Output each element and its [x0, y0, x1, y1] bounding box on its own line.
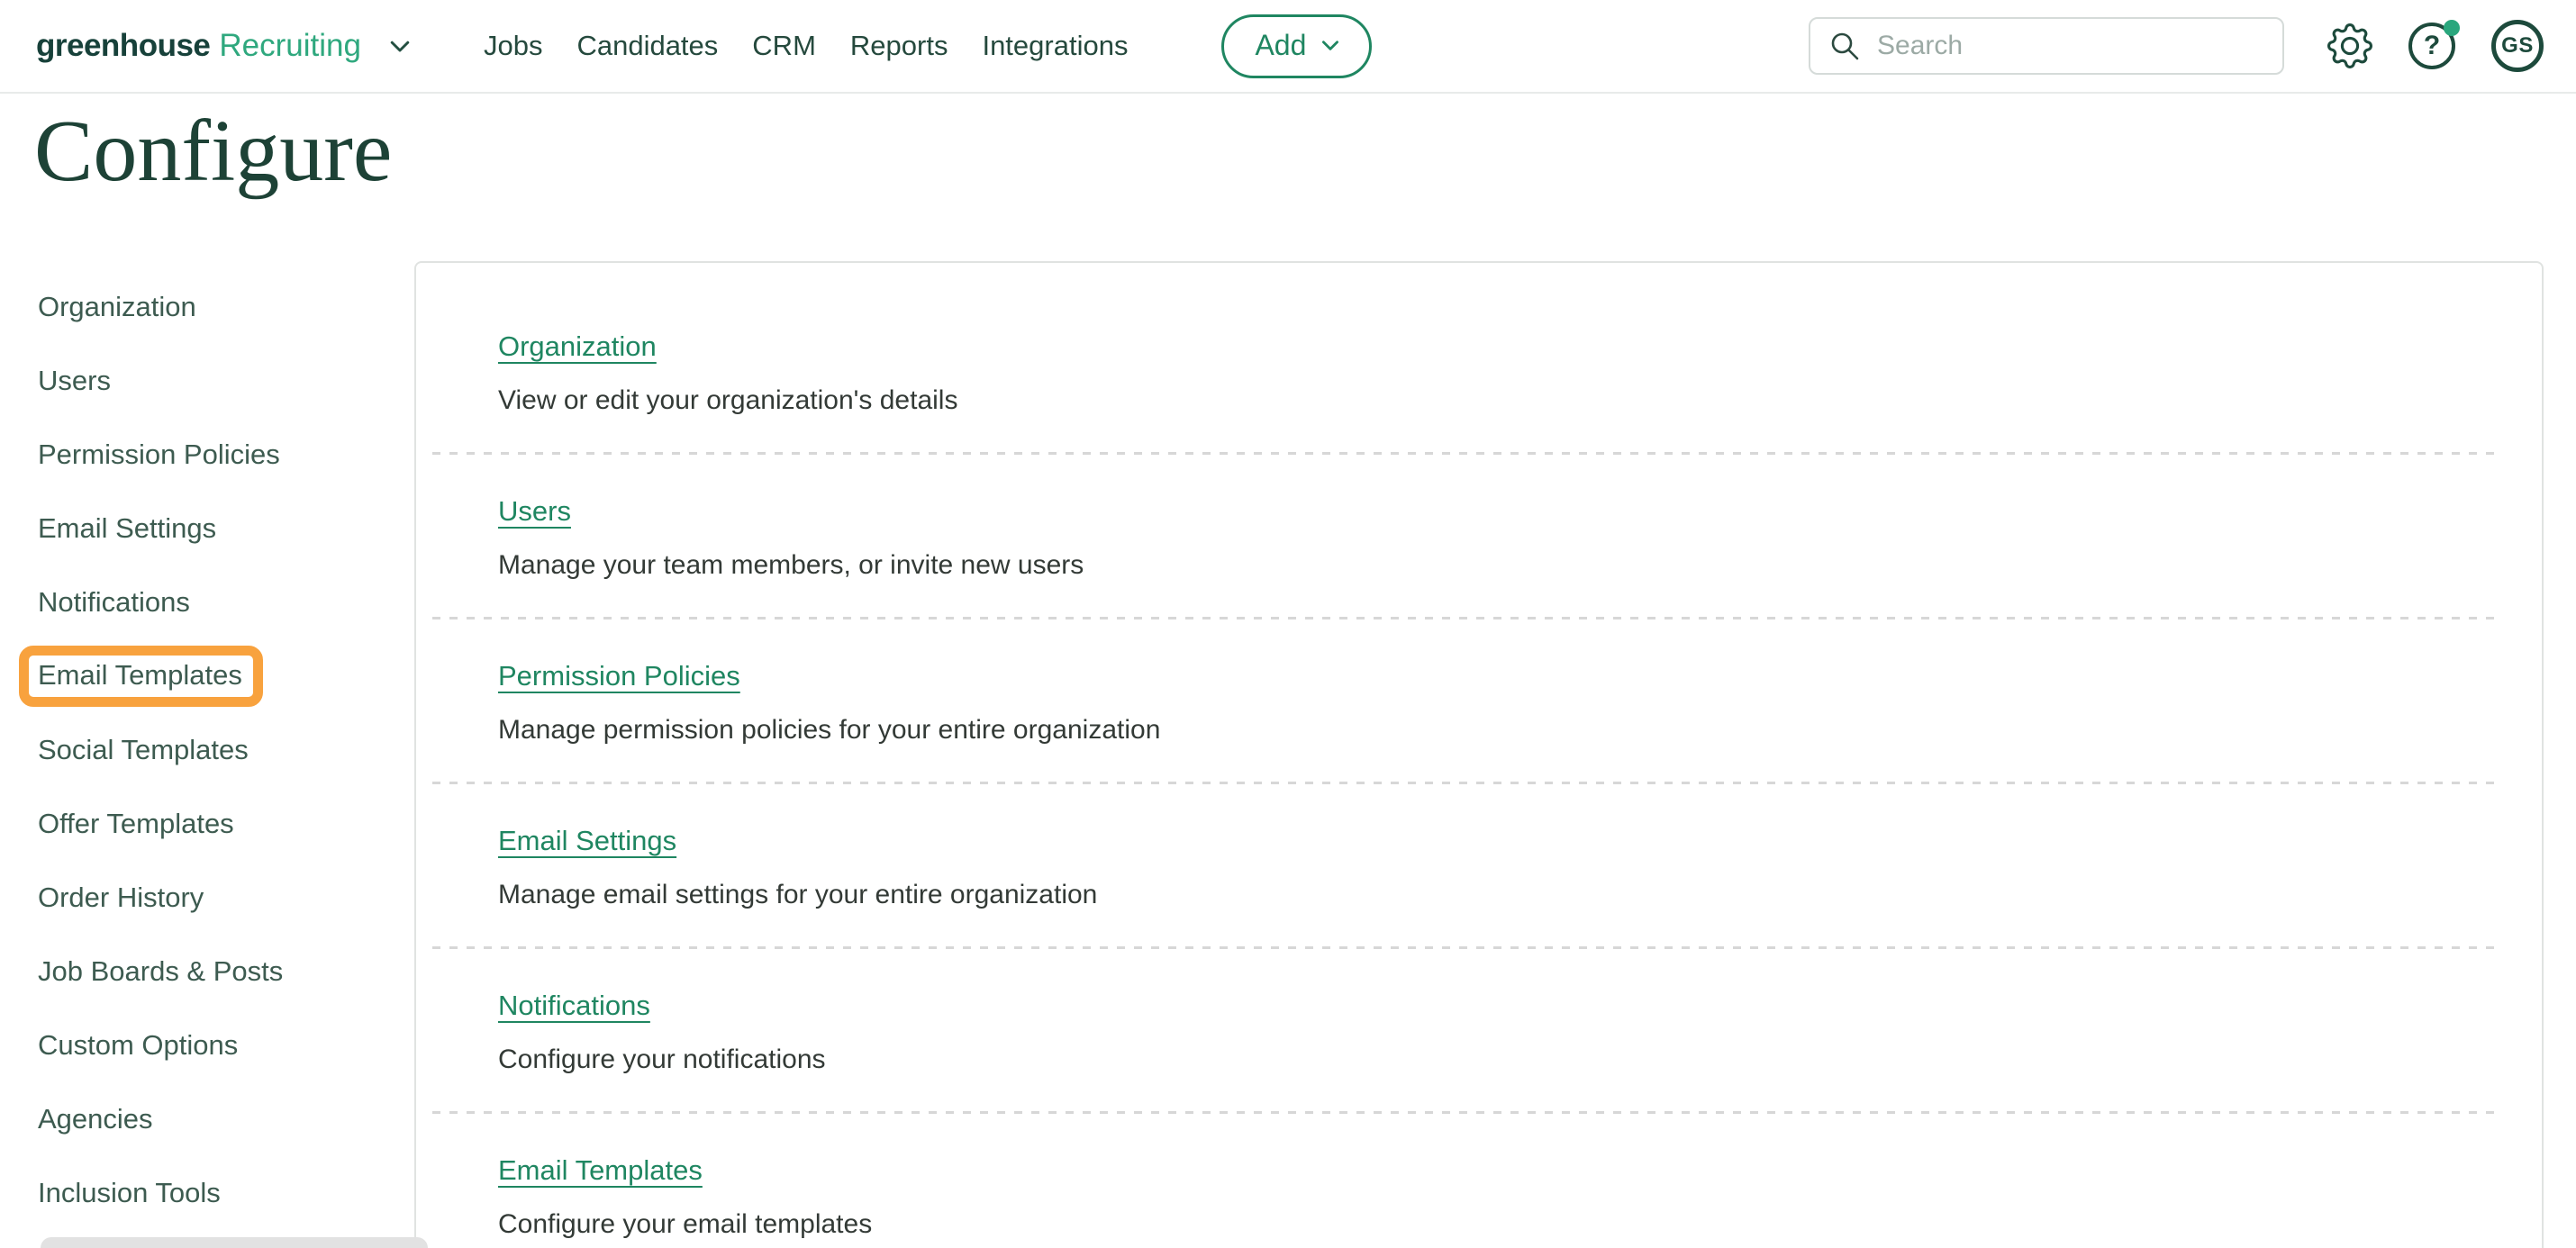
sidebar-item-agencies[interactable]: Agencies — [0, 1082, 413, 1156]
nav-item-jobs[interactable]: Jobs — [484, 30, 542, 62]
sidebar-item-email-templates[interactable]: Email Templates — [0, 639, 413, 713]
section-link-organization[interactable]: Organization — [498, 330, 657, 364]
section-description: Manage email settings for your entire or… — [498, 880, 1098, 909]
highlight-box: Email Templates — [19, 646, 263, 707]
page-title: Configure — [34, 103, 393, 200]
gear-icon[interactable] — [2327, 23, 2372, 68]
section-description: Configure your notifications — [498, 1045, 826, 1074]
greenhouse-logo[interactable]: greenhouse Recruiting — [36, 28, 413, 64]
configure-section-permission-policies: Permission Policies Manage permission po… — [416, 619, 2542, 784]
section-link-email-templates[interactable]: Email Templates — [498, 1153, 703, 1188]
sidebar-item-email-settings[interactable]: Email Settings — [0, 492, 413, 565]
sidebar-item-social-templates[interactable]: Social Templates — [0, 713, 413, 787]
section-description: Configure your email templates — [498, 1209, 873, 1239]
section-description: Manage permission policies for your enti… — [498, 715, 1161, 745]
sidebar-item-custom-options[interactable]: Custom Options — [0, 1008, 413, 1082]
main-nav: Jobs Candidates CRM Reports Integrations — [484, 30, 1128, 62]
configure-section-users: Users Manage your team members, or invit… — [416, 455, 2542, 619]
avatar-initials: GS — [2501, 33, 2534, 58]
configure-section-email-settings: Email Settings Manage email settings for… — [416, 784, 2542, 949]
sidebar-item-users[interactable]: Users — [0, 344, 413, 418]
configure-section-organization: Organization View or edit your organizat… — [416, 290, 2542, 455]
nav-item-candidates[interactable]: Candidates — [576, 30, 718, 62]
section-link-email-settings[interactable]: Email Settings — [498, 824, 676, 858]
section-description: Manage your team members, or invite new … — [498, 550, 1084, 580]
section-link-permission-policies[interactable]: Permission Policies — [498, 659, 740, 693]
section-description: View or edit your organization's details — [498, 385, 958, 415]
add-button-label: Add — [1255, 28, 1307, 61]
global-search[interactable] — [1809, 17, 2284, 75]
configure-sidebar: Organization Users Permission Policies Emai… — [0, 270, 413, 1230]
sidebar-item-order-history[interactable]: Order History — [0, 861, 413, 935]
sidebar-item-permission-policies[interactable]: Permission Policies — [0, 418, 413, 492]
search-input[interactable] — [1877, 31, 2266, 61]
add-button[interactable]: Add — [1221, 14, 1373, 78]
chevron-down-icon — [1319, 33, 1342, 57]
help-button[interactable]: ? — [2408, 20, 2460, 69]
sidebar-item-organization[interactable]: Organization — [0, 270, 413, 344]
sidebar-item-notifications[interactable]: Notifications — [0, 565, 413, 639]
section-link-notifications[interactable]: Notifications — [498, 989, 650, 1023]
notification-dot — [2444, 20, 2460, 36]
nav-item-reports[interactable]: Reports — [850, 30, 948, 62]
nav-item-integrations[interactable]: Integrations — [982, 30, 1128, 62]
sidebar-item-offer-templates[interactable]: Offer Templates — [0, 787, 413, 861]
nav-item-crm[interactable]: CRM — [752, 30, 816, 62]
search-icon — [1828, 30, 1861, 62]
top-navbar: greenhouse Recruiting Jobs Candidates CRM R… — [0, 0, 2576, 94]
chevron-down-icon — [386, 32, 413, 59]
sidebar-item-inclusion-tools[interactable]: Inclusion Tools — [0, 1156, 413, 1230]
logo-product-text: Recruiting — [219, 28, 361, 63]
section-link-users[interactable]: Users — [498, 494, 571, 529]
partial-element — [41, 1237, 428, 1248]
configure-panel: Organization View or edit your organizat… — [414, 261, 2544, 1248]
configure-section-email-templates: Email Templates Configure your email tem… — [416, 1114, 2542, 1248]
header-icon-cluster: ? GS — [2327, 20, 2544, 72]
configure-section-notifications: Notifications Configure your notificatio… — [416, 949, 2542, 1114]
sidebar-item-job-boards-posts[interactable]: Job Boards & Posts — [0, 935, 413, 1008]
logo-brand-text: greenhouse — [36, 28, 211, 63]
avatar[interactable]: GS — [2491, 20, 2544, 72]
